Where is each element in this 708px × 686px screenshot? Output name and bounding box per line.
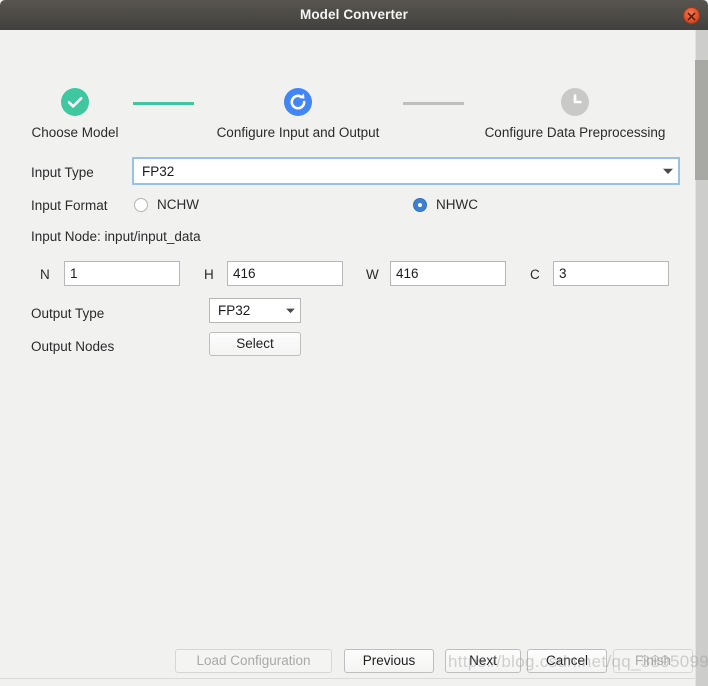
footer-bar: Load Configuration Previous Next Cancel …	[0, 30, 695, 686]
model-converter-window: Model Converter Choose Model Configure I…	[0, 0, 708, 686]
cancel-button[interactable]: Cancel	[527, 649, 607, 673]
finish-button[interactable]: Finish	[613, 649, 693, 673]
window-title: Model Converter	[299, 7, 409, 22]
close-icon[interactable]	[683, 7, 700, 24]
vertical-scrollbar[interactable]	[695, 30, 708, 686]
next-button[interactable]: Next	[445, 649, 521, 673]
close-x-glyph	[687, 12, 696, 21]
scrollbar-thumb[interactable]	[695, 60, 708, 180]
footer-separator	[0, 678, 695, 679]
window-titlebar[interactable]: Model Converter	[0, 0, 708, 30]
load-configuration-button[interactable]: Load Configuration	[175, 649, 332, 673]
previous-button[interactable]: Previous	[344, 649, 434, 673]
window-body: Choose Model Configure Input and Output	[0, 30, 708, 686]
